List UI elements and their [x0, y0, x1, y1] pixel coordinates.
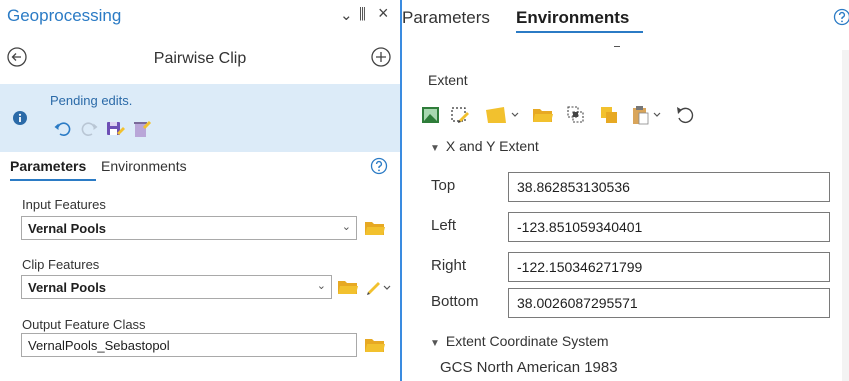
redo-icon[interactable]	[78, 118, 100, 140]
tab-parameters[interactable]: Parameters	[402, 8, 490, 28]
pending-edits-message: Pending edits.	[50, 93, 133, 108]
browse-folder-icon[interactable]	[364, 336, 386, 354]
paste-extent-icon[interactable]	[630, 104, 666, 126]
chevron-down-icon: ⌄	[316, 280, 326, 292]
input-features-label: Input Features	[22, 197, 106, 212]
bottom-label: Bottom	[431, 293, 479, 310]
add-icon[interactable]	[370, 46, 392, 68]
divider	[614, 46, 620, 47]
extent-toolbar	[420, 104, 780, 130]
right-label: Right	[431, 257, 467, 274]
tool-header: Pairwise Clip	[0, 40, 400, 80]
help-icon[interactable]	[370, 157, 388, 175]
current-display-extent-icon[interactable]	[420, 104, 442, 126]
output-feature-class-input[interactable]: VernalPools_Sebastopol	[21, 333, 357, 357]
reset-extent-icon[interactable]	[674, 104, 696, 126]
clip-features-label: Clip Features	[22, 257, 100, 272]
close-button[interactable]: ×	[378, 3, 389, 24]
help-icon[interactable]	[833, 8, 849, 26]
geoprocessing-pane: Geoprocessing ⌄ ⫼ × Pairwise Clip Pendin…	[0, 0, 400, 381]
xy-extent-section-header[interactable]: ▼ X and Y Extent	[430, 138, 539, 154]
pending-edits-banner: Pending edits.	[0, 84, 400, 152]
top-label: Top	[431, 177, 456, 194]
union-of-inputs-icon[interactable]	[598, 104, 620, 126]
output-feature-class-label: Output Feature Class	[22, 317, 146, 332]
left-label: Left	[431, 217, 457, 234]
chevron-down-icon: ⌄	[341, 221, 351, 233]
pane-title-bar: Geoprocessing ⌄ ⫼ ×	[0, 0, 400, 40]
chevron-down-icon: ▼	[430, 143, 440, 154]
coordinate-system-section-header[interactable]: ▼ Extent Coordinate System	[430, 333, 609, 349]
tab-environments[interactable]: Environments	[516, 8, 629, 28]
extent-of-layer-icon[interactable]	[484, 104, 524, 126]
tool-title: Pairwise Clip	[153, 50, 247, 67]
pin-button[interactable]: ⫼	[359, 6, 366, 23]
sketch-pencil-icon[interactable]	[365, 277, 393, 297]
draw-extent-icon[interactable]	[450, 104, 472, 126]
environments-pane: Parameters Environments Extent ▼ X and Y…	[402, 0, 849, 381]
top-value: 38.862853130536	[517, 179, 630, 195]
tab-environments[interactable]: Environments	[101, 158, 187, 174]
bottom-value: 38.0026087295571	[517, 295, 638, 311]
xy-extent-title: X and Y Extent	[445, 138, 539, 154]
save-edits-icon[interactable]	[104, 118, 126, 140]
undo-icon[interactable]	[52, 118, 74, 140]
input-features-dropdown[interactable]: Vernal Pools ⌄	[21, 216, 357, 240]
extent-label: Extent	[428, 72, 468, 88]
info-icon	[13, 111, 27, 125]
intersection-of-inputs-icon[interactable]	[565, 104, 587, 126]
browse-folder-icon[interactable]	[337, 278, 359, 296]
tab-parameters[interactable]: Parameters	[10, 158, 86, 174]
output-feature-class-value: VernalPools_Sebastopol	[28, 338, 170, 353]
bottom-input[interactable]: 38.0026087295571	[508, 288, 830, 318]
right-input[interactable]: -122.150346271799	[508, 252, 830, 282]
pane-menu-button[interactable]: ⌄	[340, 6, 353, 24]
chevron-down-icon: ▼	[430, 338, 440, 349]
clip-features-dropdown[interactable]: Vernal Pools ⌄	[21, 275, 332, 299]
left-value: -123.851059340401	[517, 219, 643, 235]
active-tab-indicator	[10, 179, 96, 181]
coordinate-system-value: GCS North American 1983	[440, 359, 618, 376]
input-features-value: Vernal Pools	[28, 221, 107, 236]
browse-folder-icon[interactable]	[364, 219, 386, 237]
browse-folder-icon[interactable]	[532, 104, 554, 126]
right-value: -122.150346271799	[517, 259, 643, 275]
active-tab-indicator	[516, 31, 643, 33]
discard-edits-icon[interactable]	[130, 118, 152, 140]
vertical-scrollbar[interactable]	[842, 50, 849, 381]
top-input[interactable]: 38.862853130536	[508, 172, 830, 202]
clip-features-value: Vernal Pools	[28, 280, 107, 295]
left-input[interactable]: -123.851059340401	[508, 212, 830, 242]
coordinate-system-title: Extent Coordinate System	[445, 333, 609, 349]
pane-title: Geoprocessing	[7, 6, 122, 25]
